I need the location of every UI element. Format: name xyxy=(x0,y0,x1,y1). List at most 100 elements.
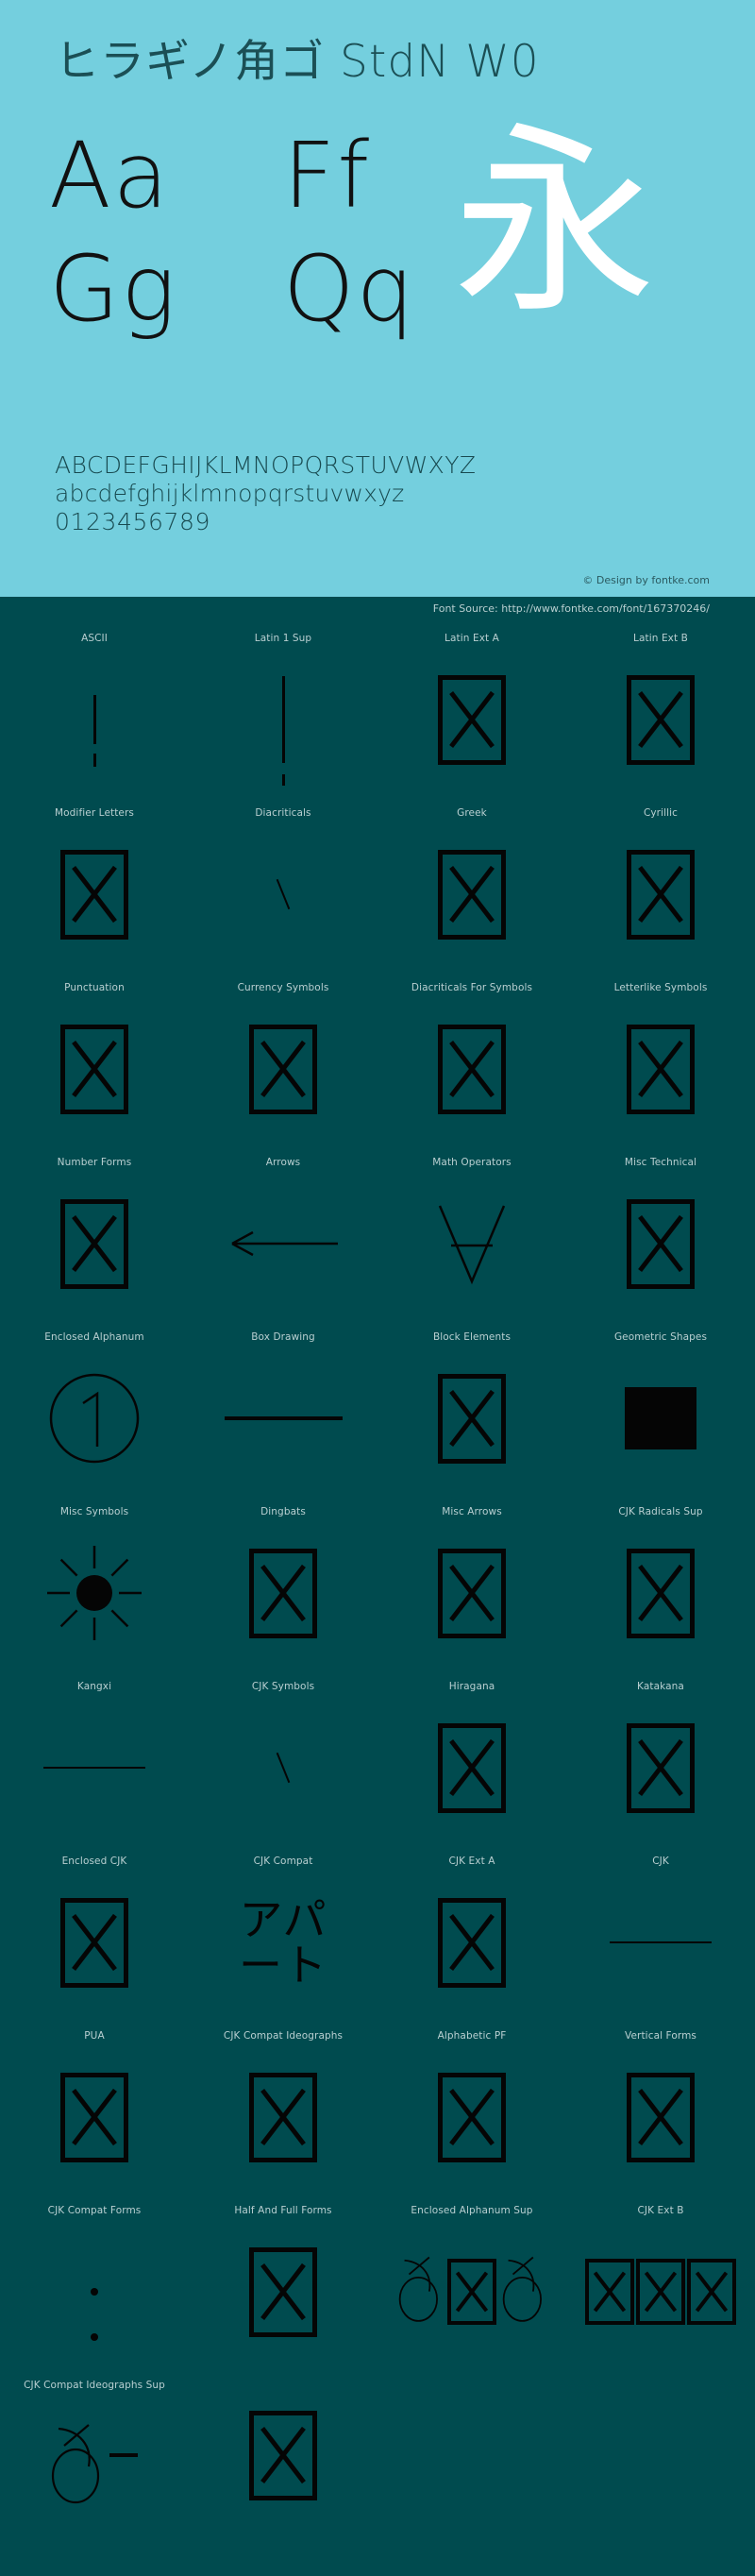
unicode-block-cell[interactable]: Cyrillic xyxy=(566,798,755,973)
unicode-block-label: CJK Ext B xyxy=(637,2205,684,2216)
unicode-block-cell[interactable]: Katakana xyxy=(566,1671,755,1846)
unicode-block-cell[interactable]: Diacriticals xyxy=(189,798,378,973)
missing-glyph-box-icon xyxy=(438,2072,506,2162)
glyph-preview xyxy=(189,819,378,970)
unicode-block-cell[interactable]: Enclosed Alphanum Sup xyxy=(378,2195,566,2370)
unicode-block-cell[interactable]: CJK Compat Forms xyxy=(0,2195,189,2370)
diacritic-stroke-icon xyxy=(276,1752,291,1784)
katakana-sample-text: アパート xyxy=(239,1894,327,1991)
missing-glyph-box-icon xyxy=(438,674,506,765)
unicode-block-cell[interactable]: Kangxi xyxy=(0,1671,189,1846)
unicode-block-cell[interactable]: Latin Ext A xyxy=(378,623,566,798)
unicode-block-cell[interactable]: Hiragana xyxy=(378,1671,566,1846)
unicode-block-cell[interactable]: Letterlike Symbols xyxy=(566,973,755,1147)
missing-glyph-box-icon xyxy=(438,1373,506,1464)
unicode-block-cell[interactable]: Vertical Forms xyxy=(566,2021,755,2195)
unicode-block-cell[interactable]: Math Operators xyxy=(378,1147,566,1322)
unicode-block-cell[interactable]: PUA xyxy=(0,2021,189,2195)
unicode-block-cell[interactable]: CJK Compat アパート xyxy=(189,1846,378,2021)
unicode-block-label: Hiragana xyxy=(448,1681,495,1692)
missing-glyph-box-icon xyxy=(438,849,506,940)
font-source-link[interactable]: Font Source: http://www.fontke.com/font/… xyxy=(433,602,710,615)
unicode-block-cell[interactable]: CJK Ext B xyxy=(566,2195,755,2370)
glyph-preview xyxy=(0,2216,189,2367)
missing-glyph-box-icon xyxy=(627,2072,695,2162)
unicode-block-label: Alphabetic PF xyxy=(437,2030,507,2042)
glyph-preview xyxy=(0,1517,189,1669)
unicode-block-label: CJK Radicals Sup xyxy=(618,1506,703,1517)
glyph-preview xyxy=(0,1168,189,1319)
unicode-block-cell[interactable]: Half And Full Forms xyxy=(189,2195,378,2370)
unicode-block-cell[interactable]: Geometric Shapes xyxy=(566,1322,755,1497)
sample-pair-qq: Qq xyxy=(283,236,416,342)
glyph-preview xyxy=(566,993,755,1144)
o-hook-glyph-icon xyxy=(398,2256,438,2322)
unicode-block-cell[interactable]: CJK xyxy=(566,1846,755,2021)
unicode-block-label: Misc Arrows xyxy=(442,1506,502,1517)
alphabet-block: ABCDEFGHIJKLMNOPQRSTUVWXYZ abcdefghijklm… xyxy=(55,451,476,536)
unicode-block-label: Enclosed Alphanum Sup xyxy=(411,2205,533,2216)
glyph-preview xyxy=(566,2216,755,2367)
unicode-block-cell[interactable]: Latin 1 Sup xyxy=(189,623,378,798)
glyph-preview xyxy=(566,1517,755,1669)
missing-glyph-box-icon xyxy=(249,1548,317,1638)
unicode-block-cell[interactable]: Enclosed CJK xyxy=(0,1846,189,2021)
glyph-preview: アパート xyxy=(189,1867,378,2018)
unicode-block-cell[interactable]: Misc Arrows xyxy=(378,1497,566,1671)
missing-glyph-box-icon xyxy=(447,2259,496,2325)
unicode-block-cell[interactable]: CJK Radicals Sup xyxy=(566,1497,755,1671)
glyph-preview xyxy=(0,1343,189,1494)
unicode-block-label: Diacriticals For Symbols xyxy=(411,982,533,993)
glyph-preview xyxy=(378,993,566,1144)
unicode-block-cell[interactable]: Currency Symbols xyxy=(189,973,378,1147)
unicode-block-cell[interactable]: Dingbats xyxy=(189,1497,378,1671)
unicode-block-label: Kangxi xyxy=(76,1681,112,1692)
unicode-block-cell[interactable]: Block Elements xyxy=(378,1322,566,1497)
missing-glyph-box-icon xyxy=(627,1198,695,1289)
sample-pair-gg: Gg xyxy=(49,236,177,342)
unicode-block-cell[interactable]: Box Drawing xyxy=(189,1322,378,1497)
unicode-block-cell[interactable]: Misc Symbols xyxy=(0,1497,189,1671)
unicode-block-cell[interactable]: CJK Compat Ideographs xyxy=(189,2021,378,2195)
missing-glyph-box-icon xyxy=(627,674,695,765)
unicode-block-cell[interactable]: Number Forms xyxy=(0,1147,189,1322)
missing-glyph-box-icon xyxy=(636,2259,685,2325)
unicode-block-label: Block Elements xyxy=(432,1331,512,1343)
glyph-preview xyxy=(0,819,189,970)
alphabet-uppercase: ABCDEFGHIJKLMNOPQRSTUVWXYZ xyxy=(55,451,477,479)
alphabet-lowercase: abcdefghijklmnopqrstuvwxyz xyxy=(55,480,405,507)
unicode-block-cell[interactable]: Enclosed Alphanum xyxy=(0,1322,189,1497)
glyph-preview xyxy=(0,2391,189,2542)
unicode-block-cell[interactable]: CJK Symbols xyxy=(189,1671,378,1846)
unicode-block-cell[interactable]: Greek xyxy=(378,798,566,973)
unicode-block-label: Katakana xyxy=(637,1681,684,1692)
missing-glyph-box-icon xyxy=(249,1024,317,1114)
unicode-block-label: Enclosed Alphanum xyxy=(44,1331,144,1343)
glyph-preview xyxy=(378,2216,566,2367)
circled-digit-one-icon xyxy=(49,1373,140,1464)
sample-kanji-ei: 永 xyxy=(453,104,656,341)
missing-glyph-box-icon xyxy=(687,2259,736,2325)
unicode-block-cell[interactable]: Arrows xyxy=(189,1147,378,1322)
hero-section: ヒラギノ角ゴ StdN W0 Aa Ff Gg Qq 永 ABCDEFGHIJK… xyxy=(0,0,755,597)
glyph-preview xyxy=(189,2042,378,2193)
unicode-block-cell[interactable]: CJK Ext A xyxy=(378,1846,566,2021)
unicode-block-cell[interactable] xyxy=(189,2370,378,2559)
unicode-block-label: Latin Ext A xyxy=(445,633,499,644)
unicode-block-cell[interactable]: Modifier Letters xyxy=(0,798,189,973)
unicode-block-cell[interactable]: Diacriticals For Symbols xyxy=(378,973,566,1147)
unicode-block-cell[interactable]: Latin Ext B xyxy=(566,623,755,798)
block-row: ASCII Latin 1 Sup Latin Ext A Latin Ext B xyxy=(0,623,755,798)
unicode-block-cell[interactable]: ASCII xyxy=(0,623,189,798)
unicode-block-cell[interactable]: Punctuation xyxy=(0,973,189,1147)
glyph-preview xyxy=(378,1343,566,1494)
unicode-block-cell[interactable]: Alphabetic PF xyxy=(378,2021,566,2195)
o-hook-glyph-icon xyxy=(502,2256,542,2322)
alphabet-digits: 0123456789 xyxy=(55,508,211,535)
unicode-block-cell[interactable]: Misc Technical xyxy=(566,1147,755,1322)
missing-glyph-box-icon xyxy=(249,2072,317,2162)
unicode-block-label: Misc Technical xyxy=(624,1157,697,1168)
glyph-preview xyxy=(378,1517,566,1669)
glyph-preview xyxy=(189,1692,378,1843)
unicode-block-cell[interactable]: CJK Compat Ideographs Sup xyxy=(0,2370,189,2559)
